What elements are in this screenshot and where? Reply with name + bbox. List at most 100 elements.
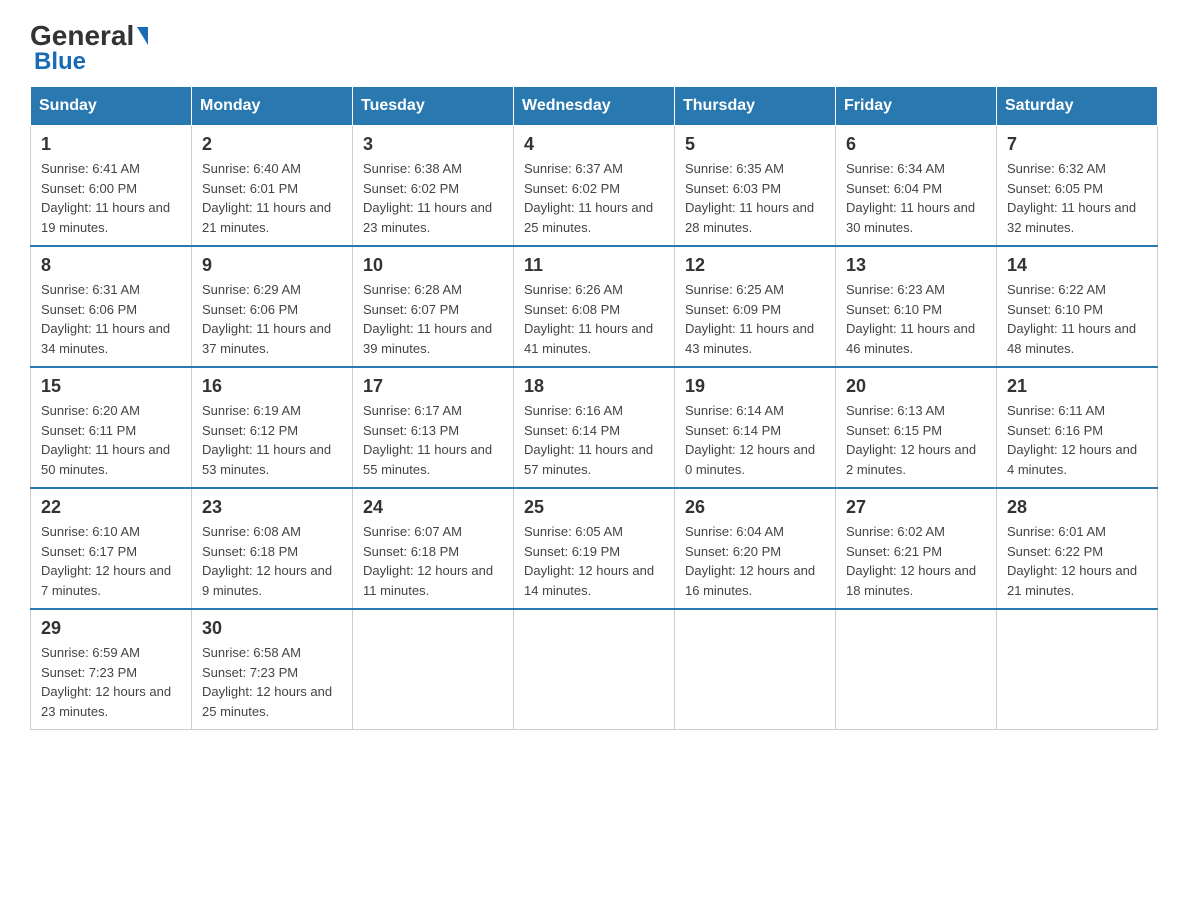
calendar-day-cell: 11 Sunrise: 6:26 AM Sunset: 6:08 PM Dayl… — [514, 246, 675, 367]
day-number: 21 — [1007, 376, 1147, 397]
calendar-table: Sunday Monday Tuesday Wednesday Thursday… — [30, 86, 1158, 730]
calendar-week-row: 22 Sunrise: 6:10 AM Sunset: 6:17 PM Dayl… — [31, 488, 1158, 609]
logo: General Blue — [30, 20, 148, 76]
day-info: Sunrise: 6:29 AM Sunset: 6:06 PM Dayligh… — [202, 280, 342, 358]
day-info: Sunrise: 6:02 AM Sunset: 6:21 PM Dayligh… — [846, 522, 986, 600]
calendar-day-cell — [997, 609, 1158, 730]
day-info: Sunrise: 6:40 AM Sunset: 6:01 PM Dayligh… — [202, 159, 342, 237]
header-friday: Friday — [836, 87, 997, 126]
calendar-day-cell: 7 Sunrise: 6:32 AM Sunset: 6:05 PM Dayli… — [997, 126, 1158, 247]
day-number: 18 — [524, 376, 664, 397]
day-number: 13 — [846, 255, 986, 276]
day-info: Sunrise: 6:13 AM Sunset: 6:15 PM Dayligh… — [846, 401, 986, 479]
day-info: Sunrise: 6:14 AM Sunset: 6:14 PM Dayligh… — [685, 401, 825, 479]
calendar-day-cell: 27 Sunrise: 6:02 AM Sunset: 6:21 PM Dayl… — [836, 488, 997, 609]
day-number: 8 — [41, 255, 181, 276]
calendar-day-cell: 6 Sunrise: 6:34 AM Sunset: 6:04 PM Dayli… — [836, 126, 997, 247]
day-info: Sunrise: 6:32 AM Sunset: 6:05 PM Dayligh… — [1007, 159, 1147, 237]
calendar-day-cell: 28 Sunrise: 6:01 AM Sunset: 6:22 PM Dayl… — [997, 488, 1158, 609]
day-number: 14 — [1007, 255, 1147, 276]
logo-blue-label: Blue — [34, 48, 86, 76]
calendar-day-cell: 26 Sunrise: 6:04 AM Sunset: 6:20 PM Dayl… — [675, 488, 836, 609]
day-info: Sunrise: 6:16 AM Sunset: 6:14 PM Dayligh… — [524, 401, 664, 479]
day-info: Sunrise: 6:58 AM Sunset: 7:23 PM Dayligh… — [202, 643, 342, 721]
day-number: 2 — [202, 134, 342, 155]
day-info: Sunrise: 6:01 AM Sunset: 6:22 PM Dayligh… — [1007, 522, 1147, 600]
day-number: 29 — [41, 618, 181, 639]
calendar-day-cell: 21 Sunrise: 6:11 AM Sunset: 6:16 PM Dayl… — [997, 367, 1158, 488]
day-info: Sunrise: 6:26 AM Sunset: 6:08 PM Dayligh… — [524, 280, 664, 358]
day-number: 20 — [846, 376, 986, 397]
day-number: 27 — [846, 497, 986, 518]
day-info: Sunrise: 6:04 AM Sunset: 6:20 PM Dayligh… — [685, 522, 825, 600]
calendar-day-cell: 2 Sunrise: 6:40 AM Sunset: 6:01 PM Dayli… — [192, 126, 353, 247]
calendar-day-cell — [514, 609, 675, 730]
calendar-day-cell: 12 Sunrise: 6:25 AM Sunset: 6:09 PM Dayl… — [675, 246, 836, 367]
day-info: Sunrise: 6:10 AM Sunset: 6:17 PM Dayligh… — [41, 522, 181, 600]
calendar-day-cell: 20 Sunrise: 6:13 AM Sunset: 6:15 PM Dayl… — [836, 367, 997, 488]
calendar-day-cell: 9 Sunrise: 6:29 AM Sunset: 6:06 PM Dayli… — [192, 246, 353, 367]
calendar-day-cell: 24 Sunrise: 6:07 AM Sunset: 6:18 PM Dayl… — [353, 488, 514, 609]
calendar-day-cell: 5 Sunrise: 6:35 AM Sunset: 6:03 PM Dayli… — [675, 126, 836, 247]
day-info: Sunrise: 6:05 AM Sunset: 6:19 PM Dayligh… — [524, 522, 664, 600]
day-info: Sunrise: 6:22 AM Sunset: 6:10 PM Dayligh… — [1007, 280, 1147, 358]
calendar-day-cell: 18 Sunrise: 6:16 AM Sunset: 6:14 PM Dayl… — [514, 367, 675, 488]
day-number: 24 — [363, 497, 503, 518]
calendar-day-cell: 8 Sunrise: 6:31 AM Sunset: 6:06 PM Dayli… — [31, 246, 192, 367]
calendar-day-cell: 1 Sunrise: 6:41 AM Sunset: 6:00 PM Dayli… — [31, 126, 192, 247]
day-number: 4 — [524, 134, 664, 155]
day-number: 6 — [846, 134, 986, 155]
day-info: Sunrise: 6:41 AM Sunset: 6:00 PM Dayligh… — [41, 159, 181, 237]
day-number: 16 — [202, 376, 342, 397]
day-number: 25 — [524, 497, 664, 518]
day-info: Sunrise: 6:11 AM Sunset: 6:16 PM Dayligh… — [1007, 401, 1147, 479]
calendar-day-cell — [836, 609, 997, 730]
day-number: 15 — [41, 376, 181, 397]
header-saturday: Saturday — [997, 87, 1158, 126]
calendar-week-row: 8 Sunrise: 6:31 AM Sunset: 6:06 PM Dayli… — [31, 246, 1158, 367]
calendar-day-cell — [675, 609, 836, 730]
day-number: 26 — [685, 497, 825, 518]
day-number: 17 — [363, 376, 503, 397]
day-info: Sunrise: 6:38 AM Sunset: 6:02 PM Dayligh… — [363, 159, 503, 237]
logo-triangle-icon — [137, 27, 148, 45]
day-info: Sunrise: 6:34 AM Sunset: 6:04 PM Dayligh… — [846, 159, 986, 237]
header-thursday: Thursday — [675, 87, 836, 126]
day-number: 22 — [41, 497, 181, 518]
day-number: 5 — [685, 134, 825, 155]
calendar-day-cell: 13 Sunrise: 6:23 AM Sunset: 6:10 PM Dayl… — [836, 246, 997, 367]
calendar-day-cell: 14 Sunrise: 6:22 AM Sunset: 6:10 PM Dayl… — [997, 246, 1158, 367]
day-number: 23 — [202, 497, 342, 518]
page-header: General Blue — [30, 20, 1158, 76]
calendar-day-cell: 23 Sunrise: 6:08 AM Sunset: 6:18 PM Dayl… — [192, 488, 353, 609]
day-number: 28 — [1007, 497, 1147, 518]
calendar-day-cell: 29 Sunrise: 6:59 AM Sunset: 7:23 PM Dayl… — [31, 609, 192, 730]
day-number: 3 — [363, 134, 503, 155]
day-info: Sunrise: 6:59 AM Sunset: 7:23 PM Dayligh… — [41, 643, 181, 721]
calendar-day-cell: 10 Sunrise: 6:28 AM Sunset: 6:07 PM Dayl… — [353, 246, 514, 367]
calendar-day-cell: 25 Sunrise: 6:05 AM Sunset: 6:19 PM Dayl… — [514, 488, 675, 609]
day-info: Sunrise: 6:37 AM Sunset: 6:02 PM Dayligh… — [524, 159, 664, 237]
day-info: Sunrise: 6:23 AM Sunset: 6:10 PM Dayligh… — [846, 280, 986, 358]
day-number: 11 — [524, 255, 664, 276]
day-info: Sunrise: 6:07 AM Sunset: 6:18 PM Dayligh… — [363, 522, 503, 600]
calendar-day-cell: 3 Sunrise: 6:38 AM Sunset: 6:02 PM Dayli… — [353, 126, 514, 247]
day-info: Sunrise: 6:20 AM Sunset: 6:11 PM Dayligh… — [41, 401, 181, 479]
header-monday: Monday — [192, 87, 353, 126]
day-info: Sunrise: 6:19 AM Sunset: 6:12 PM Dayligh… — [202, 401, 342, 479]
calendar-day-cell: 19 Sunrise: 6:14 AM Sunset: 6:14 PM Dayl… — [675, 367, 836, 488]
header-sunday: Sunday — [31, 87, 192, 126]
calendar-week-row: 15 Sunrise: 6:20 AM Sunset: 6:11 PM Dayl… — [31, 367, 1158, 488]
day-number: 9 — [202, 255, 342, 276]
day-number: 12 — [685, 255, 825, 276]
day-info: Sunrise: 6:31 AM Sunset: 6:06 PM Dayligh… — [41, 280, 181, 358]
calendar-day-cell: 22 Sunrise: 6:10 AM Sunset: 6:17 PM Dayl… — [31, 488, 192, 609]
calendar-day-cell: 16 Sunrise: 6:19 AM Sunset: 6:12 PM Dayl… — [192, 367, 353, 488]
day-info: Sunrise: 6:25 AM Sunset: 6:09 PM Dayligh… — [685, 280, 825, 358]
calendar-day-cell: 4 Sunrise: 6:37 AM Sunset: 6:02 PM Dayli… — [514, 126, 675, 247]
header-tuesday: Tuesday — [353, 87, 514, 126]
day-number: 10 — [363, 255, 503, 276]
day-number: 1 — [41, 134, 181, 155]
day-info: Sunrise: 6:17 AM Sunset: 6:13 PM Dayligh… — [363, 401, 503, 479]
calendar-day-cell: 30 Sunrise: 6:58 AM Sunset: 7:23 PM Dayl… — [192, 609, 353, 730]
